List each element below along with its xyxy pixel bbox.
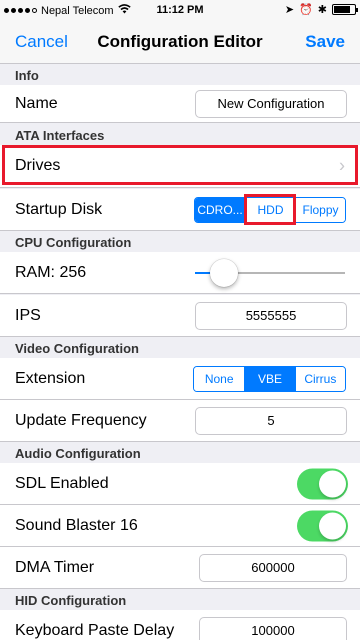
section-header-hid: HID Configuration	[0, 589, 360, 610]
sound-blaster-label: Sound Blaster 16	[15, 516, 138, 534]
section-header-video: Video Configuration	[0, 337, 360, 358]
name-label: Name	[15, 94, 58, 112]
row-keyboard-paste-delay: Keyboard Paste Delay 100000	[0, 610, 360, 640]
status-indicators: ➤ ⏰ ✱	[284, 3, 358, 16]
update-frequency-label: Update Frequency	[15, 411, 147, 429]
section-header-audio: Audio Configuration	[0, 442, 360, 463]
chevron-right-icon: ›	[339, 155, 345, 176]
ram-slider[interactable]	[195, 258, 345, 287]
drives-label: Drives	[15, 157, 61, 174]
battery-icon	[332, 4, 358, 15]
section-header-cpu: CPU Configuration	[0, 231, 360, 252]
name-field[interactable]: New Configuration	[195, 89, 347, 118]
save-button[interactable]: Save	[305, 32, 345, 52]
status-bar: Nepal Telecom 11:12 PM ➤ ⏰ ✱	[0, 0, 360, 20]
row-sound-blaster: Sound Blaster 16	[0, 505, 360, 547]
sdl-enabled-label: SDL Enabled	[15, 474, 109, 492]
ram-slider-thumb[interactable]	[209, 258, 238, 287]
extension-option-vbe[interactable]: VBE	[244, 366, 295, 391]
navigation-bar: Cancel Configuration Editor Save	[0, 20, 360, 64]
row-ram: RAM: 256	[0, 252, 360, 294]
row-sdl-enabled: SDL Enabled	[0, 463, 360, 505]
keyboard-paste-delay-label: Keyboard Paste Delay	[15, 621, 175, 639]
startup-disk-option-hdd[interactable]: HDD	[245, 197, 295, 222]
update-frequency-field[interactable]: 5	[195, 406, 347, 435]
startup-disk-segmented-control: CDRO... HDD Floppy	[194, 196, 346, 223]
startup-disk-option-floppy[interactable]: Floppy	[295, 197, 345, 222]
bluetooth-icon: ✱	[317, 4, 327, 16]
startup-disk-label: Startup Disk	[15, 200, 103, 218]
toggle-knob	[319, 512, 346, 539]
toggle-knob	[319, 470, 346, 497]
extension-segmented-control: None VBE Cirrus	[193, 365, 346, 392]
location-icon: ➤	[284, 4, 295, 16]
ips-label: IPS	[15, 306, 41, 324]
extension-label: Extension	[15, 369, 86, 387]
row-update-frequency: Update Frequency 5	[0, 400, 360, 442]
extension-option-cirrus[interactable]: Cirrus	[294, 366, 345, 391]
sound-blaster-toggle[interactable]	[297, 510, 348, 541]
row-drives[interactable]: Drives ›	[0, 145, 360, 188]
alarm-icon: ⏰	[299, 4, 313, 16]
extension-option-none[interactable]: None	[194, 366, 245, 391]
row-ips: IPS 5555555	[0, 295, 360, 337]
ips-field[interactable]: 5555555	[195, 301, 347, 330]
row-name: Name New Configuration	[0, 85, 360, 123]
ram-label: RAM: 256	[15, 263, 87, 281]
section-header-ata: ATA Interfaces	[0, 124, 360, 145]
startup-disk-option-cdrom[interactable]: CDRO...	[195, 197, 245, 222]
keyboard-paste-delay-field[interactable]: 100000	[199, 616, 347, 640]
row-dma-timer: DMA Timer 600000	[0, 547, 360, 589]
row-extension: Extension None VBE Cirrus	[0, 358, 360, 400]
sdl-enabled-toggle[interactable]	[297, 468, 348, 499]
row-startup-disk: Startup Disk CDRO... HDD Floppy	[0, 189, 360, 231]
dma-timer-label: DMA Timer	[15, 558, 95, 576]
dma-timer-field[interactable]: 600000	[199, 553, 347, 582]
section-header-info: Info	[0, 64, 360, 85]
